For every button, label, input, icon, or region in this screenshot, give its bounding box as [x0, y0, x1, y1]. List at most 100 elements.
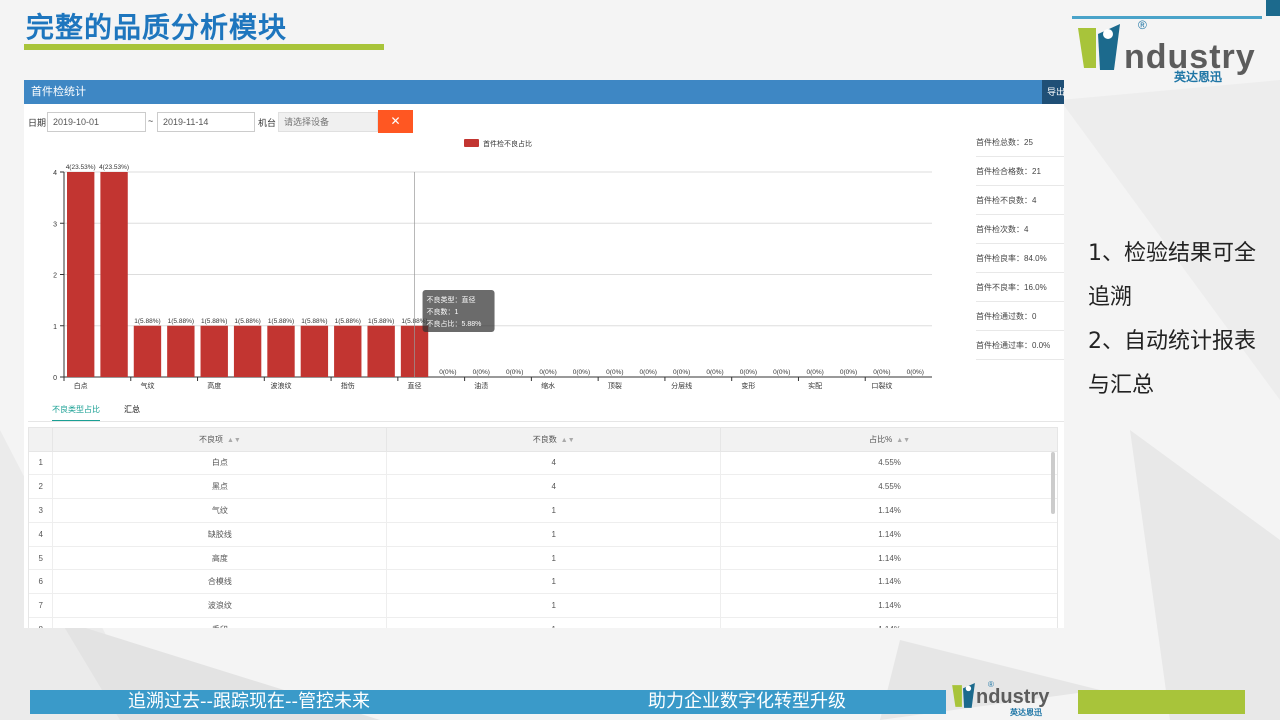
panel-title: 首件检统计	[31, 86, 86, 98]
chart-canvas: 首件检不良占比 0 1 2 3 4 4(23.53%) 4(23.53%) 1(5.88%) 1(…	[53, 139, 932, 390]
row-ratio: 1.14%	[720, 522, 1057, 547]
stat-passed-rate: 首件检通过率：0.0%	[976, 331, 1064, 360]
x-tick-label: 顶裂	[608, 381, 622, 390]
stat-yield-rate: 首件检良率：84.0%	[976, 244, 1064, 273]
bar	[100, 172, 128, 377]
x-tick-label: 变形	[741, 381, 755, 390]
row-index: 8	[29, 617, 54, 628]
footer-logo: ® ndustry 英达恩迅	[950, 680, 1060, 720]
bar-data-label: 1(5.88%)	[201, 318, 227, 325]
col-defect-item-header[interactable]: 不良项 ▲▼	[52, 428, 388, 452]
company-logo: ® ndustry 英达恩迅	[1070, 0, 1280, 92]
row-ratio: 4.55%	[720, 451, 1057, 476]
x-tick-label: 缩水	[541, 381, 555, 390]
bar-data-label: 4(23.53%)	[99, 164, 129, 171]
bar-data-label: 0(0%)	[539, 369, 556, 376]
x-tick-label: 口裂纹	[871, 381, 892, 390]
bar-data-label: 0(0%)	[873, 369, 890, 376]
x-tick-label: 波浪纹	[271, 381, 292, 390]
x-tick-label: 直径	[408, 381, 422, 390]
row-index: 7	[29, 593, 54, 619]
col-defect-count-header[interactable]: 不良数 ▲▼	[386, 428, 722, 452]
stats-list: 首件检总数：25 首件检合格数：21 首件检不良数：4 首件检次数：4 首件检良…	[976, 128, 1064, 360]
row-defect-count: 4	[386, 474, 722, 500]
bar-data-label: 1(5.88%)	[134, 318, 160, 325]
col-index-header	[29, 428, 54, 452]
bar	[167, 325, 195, 377]
col-ratio-header[interactable]: 占比% ▲▼	[720, 428, 1057, 452]
row-defect-count: 1	[386, 569, 722, 595]
bar	[300, 325, 329, 377]
title-underline	[24, 44, 384, 50]
bar-data-label: 1(5.88%)	[234, 318, 260, 325]
stat-defect-count: 首件检不良数：4	[976, 186, 1064, 215]
row-defect-count: 1	[386, 522, 722, 547]
logo-chinese-name: 英达恩迅	[1174, 70, 1223, 84]
stat-pass-count: 首件检合格数：21	[976, 157, 1064, 186]
sort-icon[interactable]: ▲▼	[896, 437, 910, 444]
stat-defect-rate: 首件不良率：16.0%	[976, 273, 1064, 302]
bar-data-label: 0(0%)	[706, 369, 723, 376]
bar	[200, 325, 228, 377]
bar-data-label: 1(5.88%)	[368, 318, 394, 325]
x-tick-label: 指伤	[341, 381, 355, 390]
date-from-input[interactable]	[47, 112, 146, 132]
tab-divider	[28, 421, 1064, 422]
sort-icon[interactable]: ▲▼	[561, 437, 575, 444]
feature-point-2: 2、自动统计报表与汇总	[1088, 329, 1256, 398]
row-index: 1	[29, 451, 54, 476]
table-scrollbar[interactable]	[1051, 452, 1055, 514]
row-ratio: 1.14%	[720, 498, 1057, 523]
panel-header: 首件检统计 导出	[24, 80, 1064, 104]
row-ratio: 1.14%	[720, 569, 1057, 595]
x-tick-label: 高度	[207, 381, 221, 390]
row-defect-item: 缺胶线	[52, 522, 388, 547]
machine-select[interactable]	[278, 112, 378, 132]
bar-data-label: 0(0%)	[806, 369, 823, 376]
row-defect-item: 白点	[52, 451, 388, 476]
logo-wordmark: ndustry	[976, 686, 1050, 708]
date-to-input[interactable]	[157, 112, 255, 132]
defect-table: 不良项 ▲▼ 不良数 ▲▼ 占比% ▲▼ 1 白点 4 4.55% 2 黑点 4 4.55% 3气…	[28, 427, 1058, 628]
defect-bar-chart: 首件检不良占比 0 1 2 3 4 4(23.53%) 4(23.53%) 1(5.88%) 1(…	[24, 130, 944, 415]
bar-data-label: 0(0%)	[840, 369, 857, 376]
row-defect-item: 高度	[52, 546, 388, 571]
bar-data-label: 1(5.88%)	[301, 318, 327, 325]
x-tick-label: 分层线	[671, 381, 692, 390]
bar-data-label: 0(0%)	[640, 369, 657, 376]
table-row: 5 高度 1 1.14%	[29, 546, 1057, 571]
x-tick-label: 实配	[808, 381, 822, 390]
slide-title: 完整的品质分析模块	[26, 11, 288, 44]
table-row: 8手印11.14%	[29, 617, 1057, 628]
row-defect-item: 波浪纹	[52, 593, 388, 619]
legend-label: 首件检不良占比	[483, 139, 532, 148]
footer-accent-bar	[1078, 690, 1245, 714]
bar-data-label: 1(5.88%)	[335, 318, 361, 325]
tab-defect-ratio[interactable]: 不良类型占比	[52, 402, 100, 422]
table-row: 2 黑点 4 4.55%	[29, 474, 1057, 500]
x-tick-label: 油渍	[474, 381, 488, 390]
row-index: 4	[29, 522, 54, 547]
table-row: 4 缺胶线 1 1.14%	[29, 522, 1057, 547]
row-defect-count: 1	[386, 546, 722, 571]
sort-icon[interactable]: ▲▼	[227, 437, 241, 444]
stat-total: 首件检总数：25	[976, 128, 1064, 157]
bar-data-label: 0(0%)	[439, 369, 456, 376]
logo-accent-block	[1266, 0, 1280, 16]
bar	[334, 325, 362, 377]
bar-data-label: 0(0%)	[907, 369, 924, 376]
footer-slogan-right: 助力企业数字化转型升级	[648, 691, 846, 712]
x-tick-label: 白点	[74, 381, 88, 390]
tooltip-line: 不良占比：5.88%	[427, 319, 482, 328]
col-defect-item-label: 不良项	[198, 434, 223, 444]
row-defect-item: 黑点	[52, 474, 388, 500]
row-defect-count: 1	[386, 593, 722, 619]
row-defect-item: 气纹	[52, 498, 388, 523]
logo-mark-icon	[1078, 24, 1120, 70]
bar-data-label: 0(0%)	[506, 369, 523, 376]
tab-summary[interactable]: 汇总	[124, 402, 140, 422]
tooltip-line: 不良数：1	[427, 307, 459, 316]
export-button[interactable]: 导出	[1042, 80, 1064, 104]
bar-data-label: 4(23.53%)	[66, 164, 96, 171]
legend-swatch	[464, 139, 479, 147]
